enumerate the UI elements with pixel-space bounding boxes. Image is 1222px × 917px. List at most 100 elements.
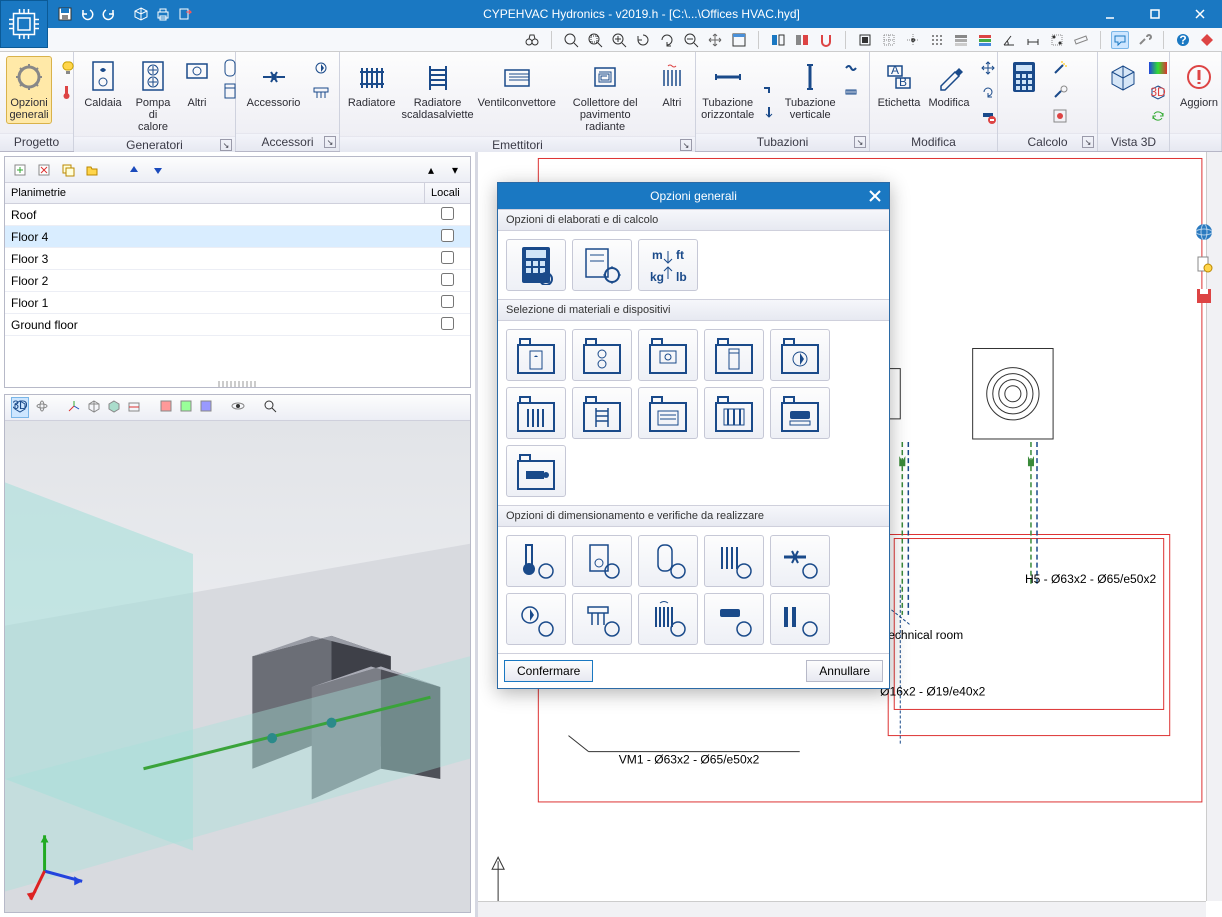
caldaia-check-button[interactable]: [572, 535, 632, 587]
cancel-button[interactable]: Annullare: [806, 660, 883, 682]
zoom-window-icon[interactable]: [586, 31, 604, 49]
help-save-icon[interactable]: [1194, 286, 1214, 306]
locali-checkbox[interactable]: [441, 317, 454, 330]
full-screen-icon[interactable]: [730, 31, 748, 49]
caldaia-button[interactable]: Caldaia: [80, 56, 126, 112]
delete-icon[interactable]: [977, 105, 999, 127]
undo-icon[interactable]: [80, 7, 94, 21]
binoculars-icon[interactable]: [523, 31, 541, 49]
snap-point-icon[interactable]: [904, 31, 922, 49]
zoom-in-icon[interactable]: [610, 31, 628, 49]
zoom-extents-icon[interactable]: [562, 31, 580, 49]
radiant-check-button[interactable]: [638, 593, 698, 645]
dialog-launcher-icon[interactable]: ↘: [1082, 136, 1094, 148]
split-check-button[interactable]: [704, 593, 764, 645]
locali-checkbox[interactable]: [441, 229, 454, 242]
colorbar-icon[interactable]: [1147, 57, 1169, 79]
rotate-3d-icon[interactable]: [35, 399, 49, 416]
locali-checkbox[interactable]: [441, 207, 454, 220]
pompa-circ-catalog-button[interactable]: [770, 329, 830, 381]
tubazione-orizzontale-button[interactable]: Tubazione orizzontale: [702, 56, 753, 124]
app-icon[interactable]: [0, 0, 48, 48]
grid-dots-icon[interactable]: [928, 31, 946, 49]
radiatore-scaldasalviette-button[interactable]: Radiatore scaldasalviette: [401, 56, 474, 124]
manifold-check-button[interactable]: [572, 593, 632, 645]
collapse-down-icon[interactable]: ▾: [446, 161, 464, 179]
calcolo-button[interactable]: [1004, 56, 1044, 98]
boiler-check-button[interactable]: [638, 535, 698, 587]
tubazione-verticale-button[interactable]: Tubazione verticale: [785, 56, 835, 124]
table-row[interactable]: Ground floor: [5, 314, 470, 336]
units-button[interactable]: mftkglb: [638, 239, 698, 291]
magnet-icon[interactable]: [817, 31, 835, 49]
zoom-out-icon[interactable]: [682, 31, 700, 49]
emettitori-altri-button[interactable]: Altri: [655, 56, 689, 112]
pipe-check-button[interactable]: [770, 593, 830, 645]
wireframe-icon[interactable]: [87, 399, 101, 416]
layers-color-icon[interactable]: [976, 31, 994, 49]
help-doc-icon[interactable]: [1194, 254, 1214, 274]
config-wrench-icon[interactable]: [1135, 31, 1153, 49]
horizontal-scrollbar[interactable]: [478, 901, 1206, 917]
split-catalog-button[interactable]: [770, 387, 830, 439]
resize-grip[interactable]: [218, 381, 258, 387]
manifold-icon[interactable]: [310, 81, 332, 103]
opzioni-generali-button[interactable]: Opzioni generali: [6, 56, 52, 124]
export-icon[interactable]: [178, 7, 192, 21]
redraw-icon[interactable]: [658, 31, 676, 49]
collettore-catalog-button[interactable]: [704, 387, 764, 439]
minimize-button[interactable]: [1087, 0, 1132, 28]
edit-elements-icon[interactable]: [1048, 31, 1066, 49]
scaldasalviette-catalog-button[interactable]: [704, 329, 764, 381]
table-row[interactable]: Roof: [5, 204, 470, 226]
pipe-down-icon[interactable]: [758, 101, 780, 123]
redo-icon[interactable]: [102, 7, 116, 21]
grid-icon[interactable]: [880, 31, 898, 49]
speech-icon[interactable]: [1111, 31, 1129, 49]
view-3d-icon[interactable]: 3D: [11, 397, 29, 418]
help-globe-icon[interactable]: [1194, 222, 1214, 242]
aggiorn-button[interactable]: Aggiorn: [1176, 56, 1222, 112]
rotate-arrow-icon[interactable]: [977, 81, 999, 103]
etichetta-button[interactable]: ABEtichetta: [876, 56, 922, 112]
layers-stack-icon[interactable]: [952, 31, 970, 49]
unita-catalog-button[interactable]: [638, 329, 698, 381]
move-up-icon[interactable]: [125, 161, 143, 179]
maximize-button[interactable]: [1132, 0, 1177, 28]
isolation-icon[interactable]: [840, 81, 862, 103]
pipe-corner-icon[interactable]: [758, 77, 780, 99]
confirm-button[interactable]: Confermare: [504, 660, 593, 682]
move-icon[interactable]: [977, 57, 999, 79]
dialog-launcher-icon[interactable]: ↘: [680, 139, 692, 151]
locali-checkbox[interactable]: [441, 273, 454, 286]
3d-view[interactable]: [5, 421, 470, 912]
cube-3d-icon[interactable]: 3D: [1147, 81, 1169, 103]
pan-icon[interactable]: [706, 31, 724, 49]
pompa-calore-button[interactable]: Pompa di calore: [130, 56, 176, 136]
table-row[interactable]: Floor 3: [5, 248, 470, 270]
new-plan-icon[interactable]: [11, 161, 29, 179]
refresh-arrows-icon[interactable]: [1147, 105, 1169, 127]
layer-c-icon[interactable]: [199, 399, 213, 416]
radiatore-catalog-button[interactable]: [506, 387, 566, 439]
dialog-close-icon[interactable]: [865, 186, 885, 206]
table-row[interactable]: Floor 2: [5, 270, 470, 292]
table-row[interactable]: Floor 4: [5, 226, 470, 248]
visibility-icon[interactable]: [231, 399, 245, 416]
locali-checkbox[interactable]: [441, 251, 454, 264]
zoom-3d-icon[interactable]: [263, 399, 277, 416]
wand-cog-icon[interactable]: [1049, 81, 1071, 103]
ventilconvettore-button[interactable]: Ventilconvettore: [478, 56, 556, 112]
select-rect-icon[interactable]: [856, 31, 874, 49]
pump-check-button[interactable]: [506, 593, 566, 645]
delete-plan-icon[interactable]: [35, 161, 53, 179]
extra-catalog-button[interactable]: [506, 445, 566, 497]
axes-icon[interactable]: [67, 399, 81, 416]
close-button[interactable]: [1177, 0, 1222, 28]
accessorio-button[interactable]: Accessorio: [242, 56, 305, 112]
valve-check-button[interactable]: [770, 535, 830, 587]
about-icon[interactable]: [1198, 31, 1216, 49]
save-icon[interactable]: [58, 7, 72, 21]
radiatore-check-button[interactable]: [704, 535, 764, 587]
measure-icon[interactable]: [1072, 31, 1090, 49]
